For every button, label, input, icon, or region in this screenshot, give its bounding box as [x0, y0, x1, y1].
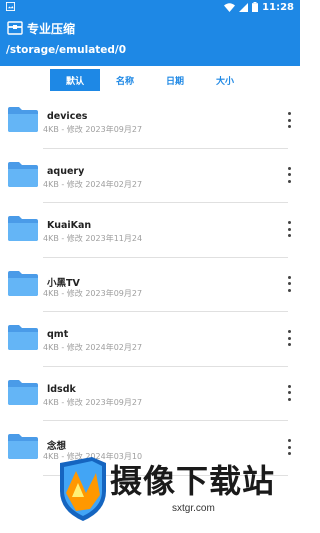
tab-size[interactable]: 大小 — [200, 69, 250, 91]
folder-icon — [8, 434, 38, 459]
more-options-icon[interactable] — [284, 275, 294, 292]
folder-icon — [8, 216, 38, 241]
folder-icon — [8, 325, 38, 350]
file-name: qmt — [47, 329, 69, 340]
status-icons: 11:28 — [224, 1, 294, 13]
file-row[interactable]: 小黑TV 4KB - 修改 2023年09月27 — [0, 258, 300, 312]
folder-icon — [8, 107, 38, 132]
watermark-text: 摄像下载站 — [110, 462, 276, 500]
archive-app-icon[interactable] — [6, 19, 24, 37]
file-name: ldsdk — [47, 383, 76, 395]
file-meta: 4KB - 修改 2023年09月27 — [43, 397, 143, 407]
folder-icon — [8, 379, 38, 405]
image-icon — [6, 2, 15, 11]
wifi-icon — [224, 2, 236, 12]
file-meta: 4KB - 修改 2023年11月24 — [43, 234, 143, 243]
file-name: aquery — [47, 165, 85, 177]
file-name: KuaiKan — [47, 220, 92, 231]
tab-date[interactable]: 日期 — [150, 69, 200, 91]
status-bar: 11:28 — [0, 0, 300, 14]
more-options-icon[interactable] — [284, 221, 294, 237]
title-row: 专业压缩 — [0, 17, 300, 39]
file-meta: 4KB - 修改 2023年09月27 — [43, 288, 143, 298]
file-meta: 4KB - 修改 2023年09月27 — [43, 125, 143, 134]
more-options-icon[interactable] — [284, 166, 294, 183]
signal-icon — [239, 2, 249, 12]
file-row[interactable]: ldsdk 4KB - 修改 2023年09月27 — [0, 367, 300, 421]
sort-tabs: 默认 名称 日期 大小 — [50, 69, 250, 91]
folder-icon — [8, 161, 38, 187]
tab-default[interactable]: 默认 — [50, 69, 100, 91]
watermark-logo — [60, 457, 106, 521]
file-row[interactable]: qmt 4KB - 修改 2024年02月27 — [0, 312, 300, 367]
folder-icon — [8, 270, 38, 296]
file-row[interactable]: KuaiKan 4KB - 修改 2023年11月24 — [0, 203, 300, 258]
file-meta: 4KB - 修改 2024年02月27 — [43, 179, 143, 189]
more-options-icon[interactable] — [284, 330, 294, 346]
battery-icon — [252, 2, 259, 12]
file-row[interactable]: devices 4KB - 修改 2023年09月27 — [0, 94, 300, 149]
app-bar: 11:28 专业压缩 /storage/emulated/0 — [0, 0, 300, 66]
tab-name[interactable]: 名称 — [100, 69, 150, 91]
more-options-icon[interactable] — [284, 384, 294, 401]
file-list: devices 4KB - 修改 2023年09月27 aquery 4KB - 修改… — [0, 94, 300, 476]
file-name: 小黑TV — [47, 277, 80, 289]
current-path[interactable]: /storage/emulated/0 — [6, 44, 126, 56]
watermark: 摄像下载站 sxtgr.com — [42, 445, 300, 533]
file-name: devices — [47, 111, 88, 122]
more-options-icon[interactable] — [284, 112, 294, 128]
app-title: 专业压缩 — [27, 22, 76, 36]
watermark-url: sxtgr.com — [172, 503, 215, 514]
file-meta: 4KB - 修改 2024年02月27 — [43, 343, 143, 352]
status-time: 11:28 — [262, 1, 294, 13]
file-row[interactable]: aquery 4KB - 修改 2024年02月27 — [0, 149, 300, 203]
